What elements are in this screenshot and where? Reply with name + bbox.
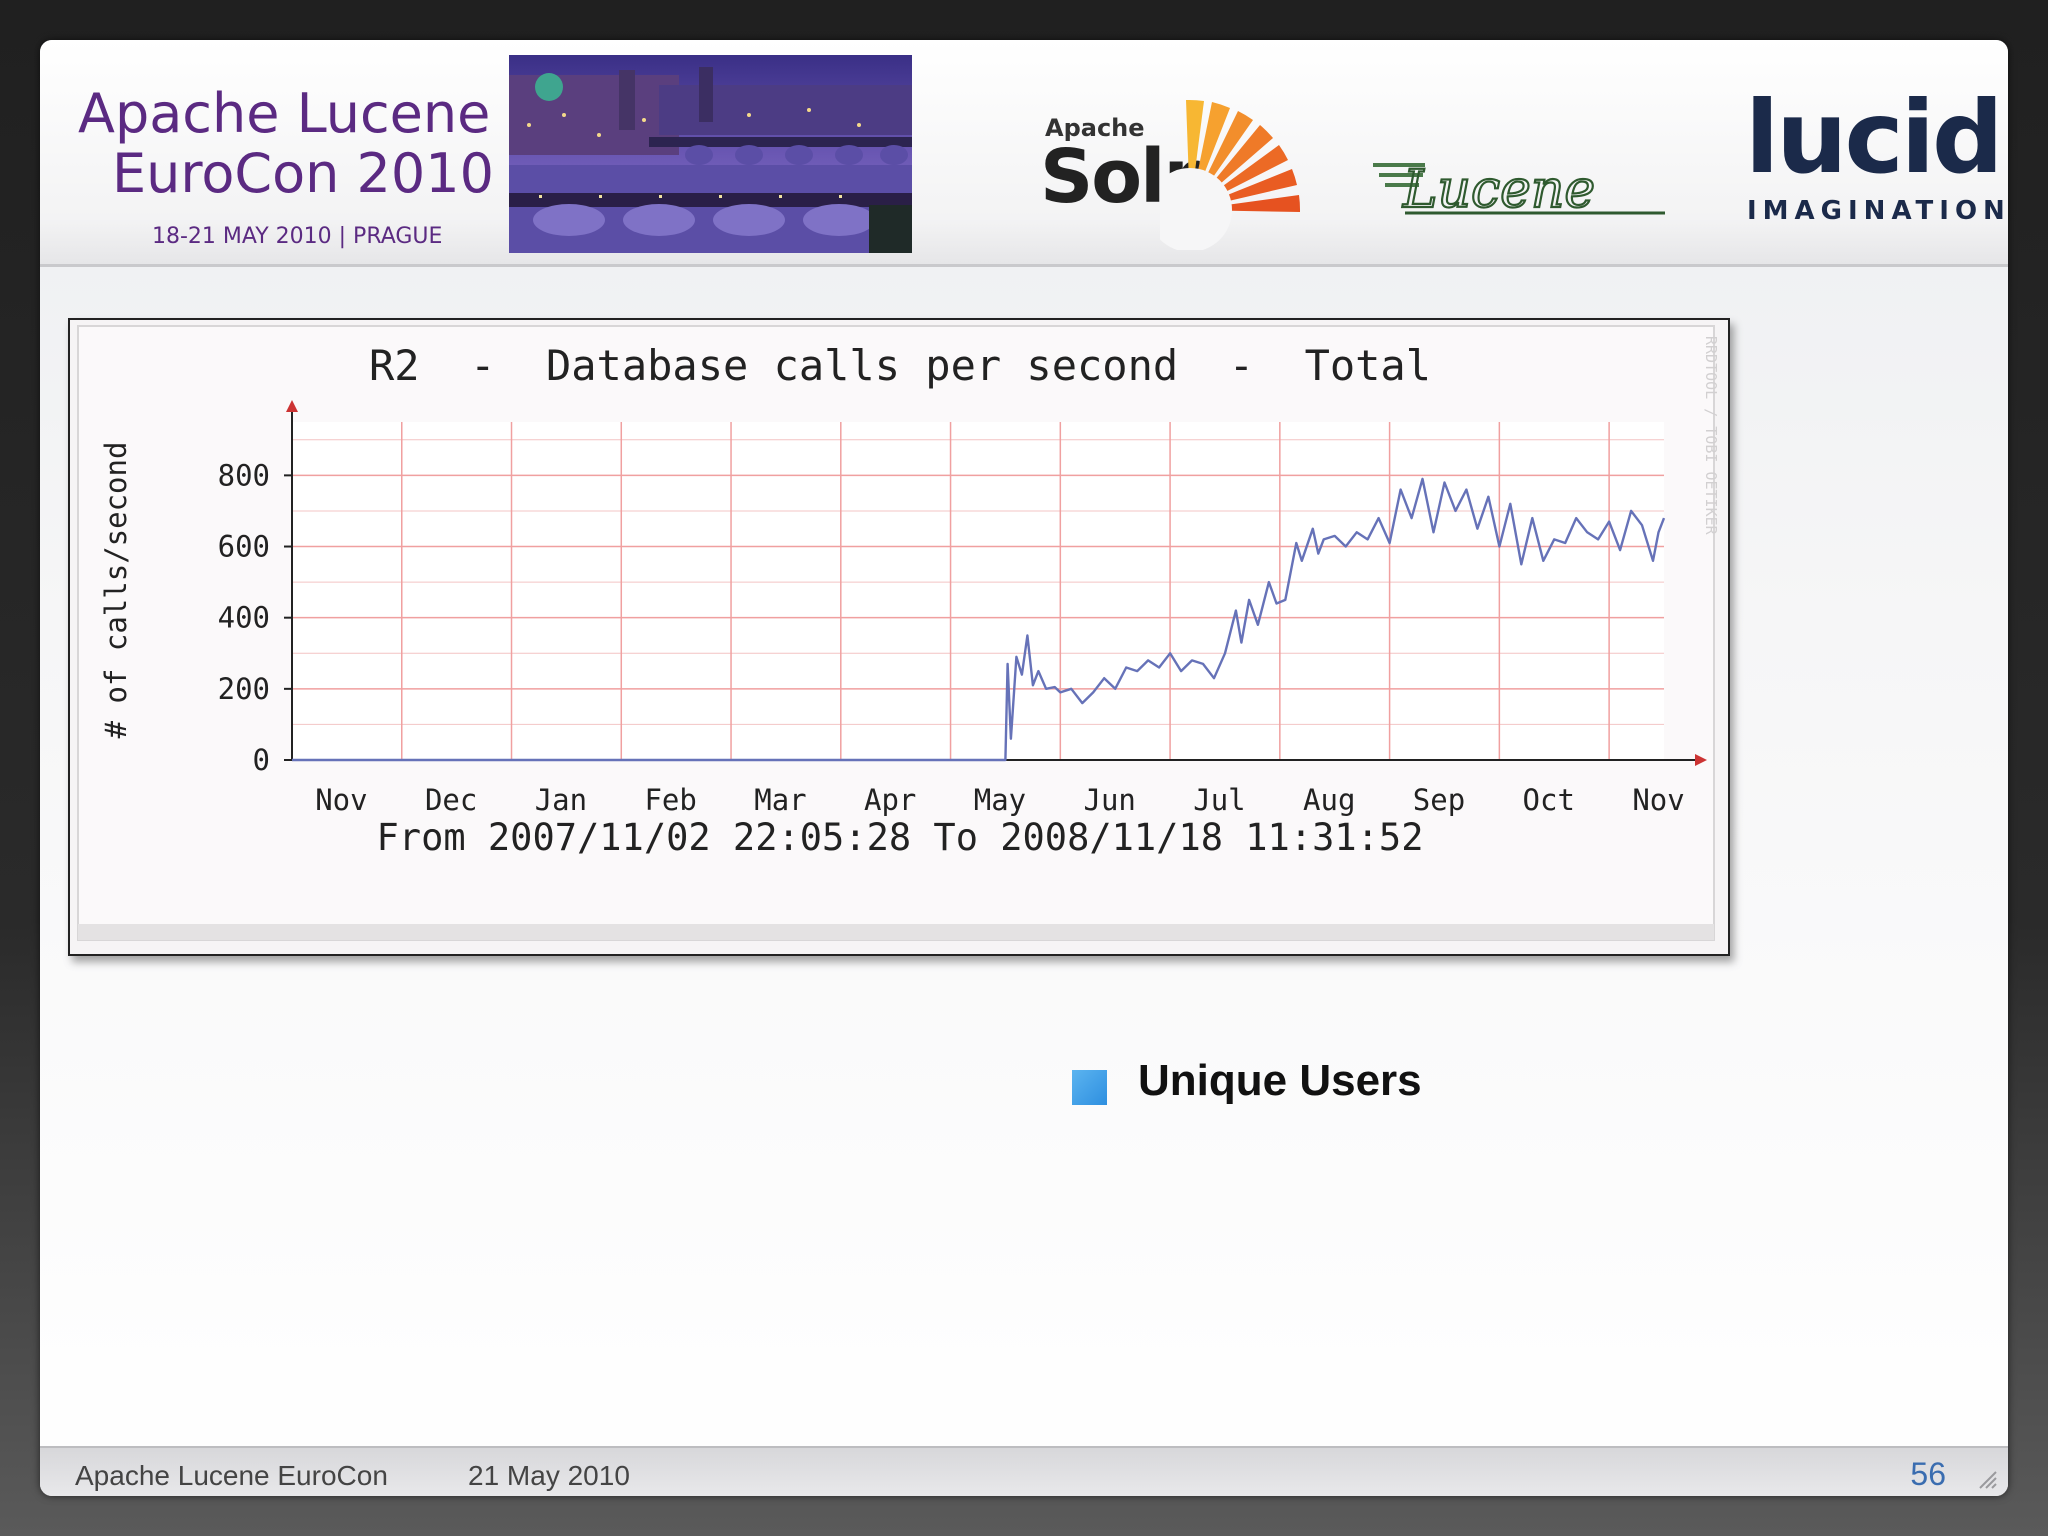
solr-sun-icon	[1148, 80, 1330, 252]
x-tick-label: Aug	[1303, 783, 1355, 817]
y-tick-label: 800	[218, 458, 270, 492]
x-tick-label: Nov	[315, 783, 367, 817]
page-number: 56	[1910, 1456, 1946, 1492]
prague-bridges-photo	[509, 55, 912, 253]
conference-title-line2: EuroCon 2010	[112, 142, 494, 205]
lucid-logo-subtitle: IMAGINATION	[1747, 196, 2008, 226]
x-tick-label: Jul	[1193, 783, 1245, 817]
x-tick-label: Jan	[535, 783, 587, 817]
chart-frame: R2 - Database calls per second - Total #…	[68, 318, 1730, 956]
slide: Apache Lucene EuroCon 2010 18-21 MAY 201…	[40, 40, 2008, 1496]
x-tick-label: Dec	[425, 783, 477, 817]
conference-dates: 18-21 MAY 2010 | PRAGUE	[152, 224, 443, 249]
lucene-logo: Lucene	[1365, 145, 1685, 225]
conference-title-line1: Apache Lucene	[78, 82, 491, 145]
x-tick-label: May	[974, 783, 1026, 817]
chart-y-axis-label: # of calls/second	[99, 442, 133, 739]
chart-date-range-caption: From 2007/11/02 22:05:28 To 2008/11/18 1…	[377, 816, 1424, 859]
x-tick-label: Apr	[864, 783, 916, 817]
footer-date: 21 May 2010	[468, 1460, 630, 1491]
y-tick-label: 200	[218, 672, 270, 706]
x-tick-label: Mar	[754, 783, 806, 817]
slide-footer: Apache Lucene EuroCon 21 May 2010 56	[40, 1446, 2008, 1496]
database-calls-chart: R2 - Database calls per second - Total #…	[77, 325, 1720, 941]
chart-title: R2 - Database calls per second - Total	[369, 341, 1431, 390]
legend-swatch	[1072, 1070, 1107, 1105]
x-tick-label: Oct	[1523, 783, 1575, 817]
resize-grip-icon[interactable]	[1974, 1466, 1998, 1490]
x-tick-label: Feb	[644, 783, 696, 817]
x-tick-label: Jun	[1084, 783, 1136, 817]
legend-label-unique-users: Unique Users	[1138, 1056, 1422, 1105]
x-tick-label: Sep	[1413, 783, 1465, 817]
lucid-logo-word: lucid	[1745, 79, 2004, 196]
y-tick-label: 400	[218, 601, 270, 635]
lucene-logo-word: Lucene	[1402, 160, 1595, 220]
footer-conference-name: Apache Lucene EuroCon	[75, 1460, 388, 1491]
y-tick-label: 600	[218, 530, 270, 564]
x-tick-label: Nov	[1632, 783, 1684, 817]
rrdtool-watermark: RRDTOOL / TOBI OETIKER	[1702, 336, 1720, 536]
y-tick-label: 0	[253, 743, 270, 777]
slide-header: Apache Lucene EuroCon 2010 18-21 MAY 201…	[40, 40, 2008, 267]
